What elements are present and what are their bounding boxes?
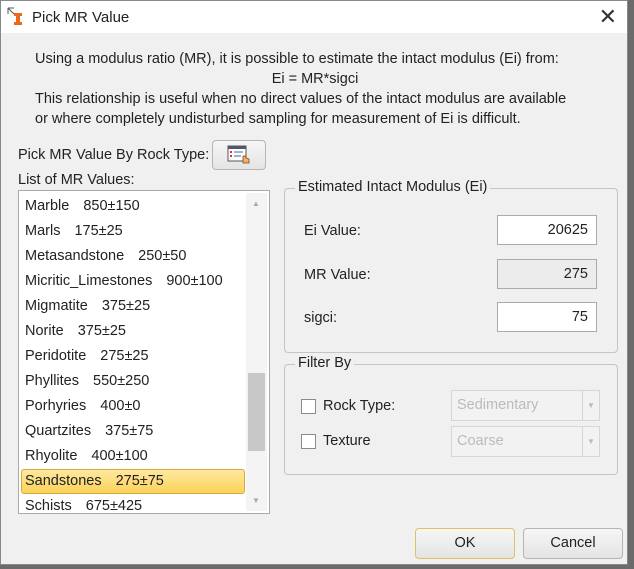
texture-label: Texture	[323, 433, 371, 449]
rock-name: Norite	[25, 323, 64, 339]
list-item[interactable]: Quartzites 375±75	[21, 419, 245, 444]
ei-value-input[interactable]: 20625	[497, 215, 597, 245]
mr-values-list[interactable]: ▲ ▼ Marble 850±150 Marls 175±25 Metasandston…	[18, 190, 270, 514]
mr-value: 400±0	[100, 398, 141, 414]
list-item[interactable]: Schists 675±425	[21, 494, 245, 514]
mr-value: 250±50	[138, 248, 187, 264]
pick-by-rock-type-label: Pick MR Value By Rock Type:	[18, 147, 210, 163]
description: Using a modulus ratio (MR), it is possib…	[35, 49, 595, 129]
rock-name: Metasandstone	[25, 248, 125, 264]
mr-value-field: 275	[497, 259, 597, 289]
mr-value: 375±25	[101, 298, 151, 314]
rock-name: Sandstones	[25, 473, 102, 489]
scroll-up-icon[interactable]: ▲	[252, 199, 260, 208]
rock-type-select[interactable]: Sedimentary ▼	[451, 390, 600, 421]
pick-mr-value-dialog: Pick MR Value ✕ Using a modulus ratio (M…	[0, 0, 628, 565]
list-item[interactable]: Metasandstone 250±50	[21, 244, 245, 269]
list-label: List of MR Values:	[18, 172, 135, 188]
list-item[interactable]: Phyllites 550±250	[21, 369, 245, 394]
mr-value: 175±25	[74, 223, 123, 239]
list-item[interactable]: Porhyries 400±0	[21, 394, 245, 419]
rock-name: Porhyries	[25, 398, 87, 414]
estimated-intact-modulus-group: Estimated Intact Modulus (Ei) Ei Value: …	[284, 179, 618, 353]
mr-value-label: MR Value:	[304, 267, 371, 283]
description-line: or where completely undisturbed sampling…	[35, 111, 521, 127]
ei-value-label: Ei Value:	[304, 223, 361, 239]
list-item[interactable]: Marls 175±25	[21, 219, 245, 244]
list-item[interactable]: Sandstones 275±75	[21, 469, 245, 494]
mr-value: 675±425	[85, 498, 143, 514]
cancel-button[interactable]: Cancel	[523, 528, 623, 559]
rock-name: Marls	[25, 223, 61, 239]
mr-value: 900±100	[166, 273, 223, 289]
rock-name: Schists	[25, 498, 72, 514]
list-item[interactable]: Marble 850±150	[21, 194, 245, 219]
chevron-down-icon: ▼	[582, 427, 599, 456]
description-line: This relationship is useful when no dire…	[35, 91, 567, 107]
filter-by-group: Filter By Rock Type: Sedimentary ▼ Textur…	[284, 355, 618, 475]
formula: Ei = MR*sigci	[271, 71, 359, 87]
mr-value: 400±100	[91, 448, 148, 464]
rock-name: Peridotite	[25, 348, 87, 364]
list-scrollbar[interactable]: ▲ ▼	[246, 193, 267, 511]
texture-value: Coarse	[457, 433, 504, 449]
chevron-down-icon: ▼	[582, 391, 599, 420]
sigci-input[interactable]: 75	[497, 302, 597, 332]
rock-name: Migmatite	[25, 298, 88, 314]
texture-checkbox[interactable]	[301, 434, 316, 449]
mr-value: 375±25	[77, 323, 126, 339]
mr-value: 275±25	[100, 348, 149, 364]
mr-value: 850±150	[83, 198, 140, 214]
group-title: Estimated Intact Modulus (Ei)	[295, 179, 491, 195]
close-icon[interactable]: ✕	[599, 4, 617, 30]
rock-name: Quartzites	[25, 423, 92, 439]
ok-button[interactable]: OK	[415, 528, 515, 559]
rock-name: Marble	[25, 198, 70, 214]
group-title: Filter By	[295, 355, 355, 371]
texture-select[interactable]: Coarse ▼	[451, 426, 600, 457]
rock-name: Micritic_Limestones	[25, 273, 153, 289]
app-icon	[7, 7, 22, 25]
list-item[interactable]: Peridotite 275±25	[21, 344, 245, 369]
pick-by-rock-type-button[interactable]	[212, 140, 266, 170]
mr-value: 550±250	[93, 373, 150, 389]
description-line: Using a modulus ratio (MR), it is possib…	[35, 51, 559, 67]
list-item[interactable]: Migmatite 375±25	[21, 294, 245, 319]
scrollbar-thumb[interactable]	[248, 373, 265, 451]
list-item[interactable]: Rhyolite 400±100	[21, 444, 245, 469]
title-bar: Pick MR Value ✕	[1, 1, 627, 33]
rock-name: Phyllites	[25, 373, 79, 389]
mr-value: 275±75	[115, 473, 164, 489]
window-title: Pick MR Value	[32, 9, 130, 26]
scroll-down-icon[interactable]: ▼	[252, 496, 260, 505]
rock-type-checkbox[interactable]	[301, 399, 316, 414]
rock-type-label: Rock Type:	[323, 398, 396, 414]
mr-value: 375±75	[105, 423, 154, 439]
rock-name: Rhyolite	[25, 448, 78, 464]
rock-type-value: Sedimentary	[457, 397, 539, 413]
list-item[interactable]: Norite 375±25	[21, 319, 245, 344]
list-pointer-icon	[227, 145, 250, 164]
sigci-label: sigci:	[304, 310, 338, 326]
list-item[interactable]: Micritic_Limestones 900±100	[21, 269, 245, 294]
